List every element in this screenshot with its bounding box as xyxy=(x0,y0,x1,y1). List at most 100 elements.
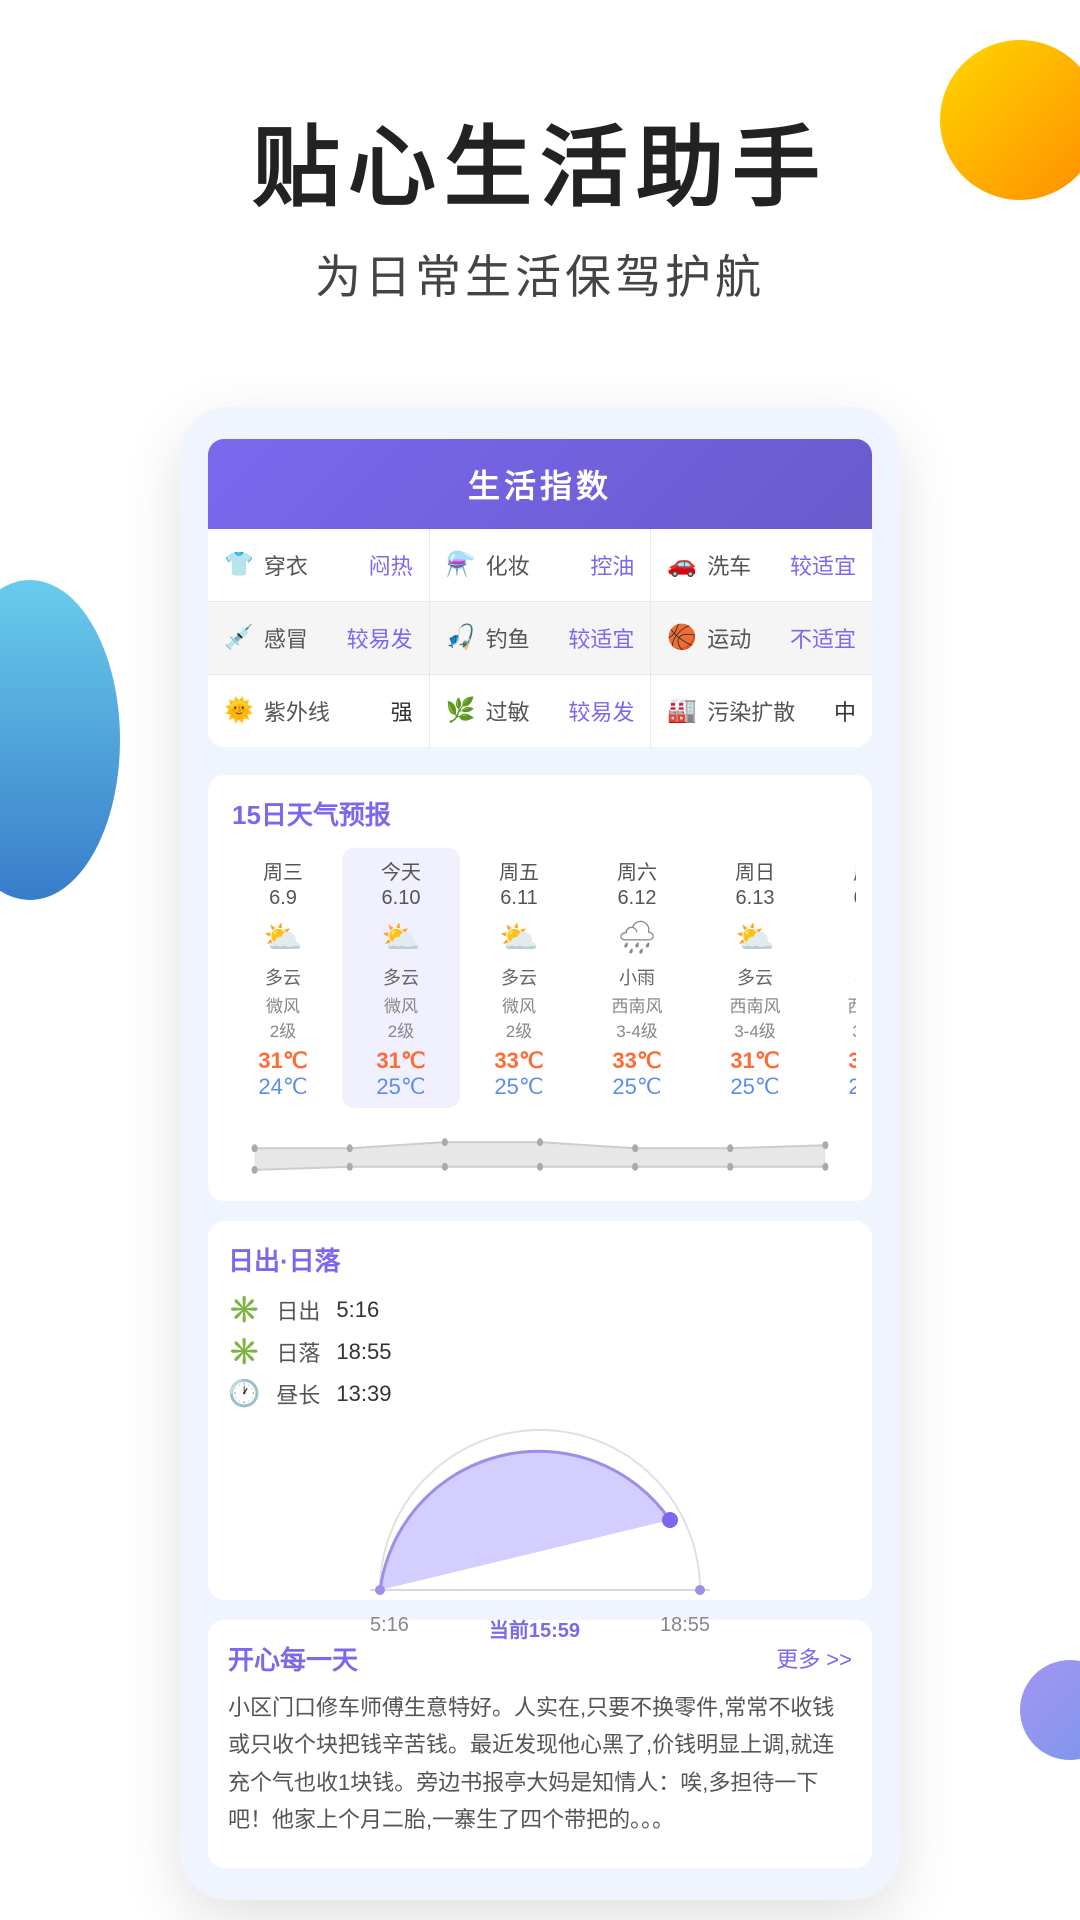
sport-value: 不适宜 xyxy=(790,622,856,654)
wind-level-1: 2级 xyxy=(388,1017,414,1042)
life-cell-clothing: 👕 穿衣 闷热 xyxy=(208,529,430,601)
forecast-title: 15日天气预报 xyxy=(224,795,856,832)
carwash-icon: 🚗 xyxy=(667,550,697,579)
weather-2: 多云 xyxy=(501,964,537,990)
low-temp-4: 25℃ xyxy=(730,1074,779,1100)
high-temp-2: 33℃ xyxy=(494,1048,543,1074)
life-cell-makeup: ⚗️ 化妆 控油 xyxy=(430,529,652,601)
weekday-0: 周三 xyxy=(263,856,303,885)
sun-diagram: 5:16 当前15:59 18:55 xyxy=(228,1420,852,1600)
cold-icon: 💉 xyxy=(224,623,254,652)
wind-0: 微风 xyxy=(266,992,300,1017)
wind-level-2: 2级 xyxy=(506,1017,532,1042)
happy-header: 开心每一天 更多 >> xyxy=(228,1640,852,1677)
high-temp-5: 31℃ xyxy=(848,1048,856,1074)
life-cell-allergy: 🌿 过敏 较易发 xyxy=(430,675,652,747)
weekday-2: 周五 xyxy=(499,856,539,885)
weather-icon-3: 🌧 xyxy=(617,918,658,956)
hero-section: 贴心生活助手 为日常生活保驾护航 xyxy=(0,0,1080,367)
cold-value: 较易发 xyxy=(347,622,413,654)
wind-level-5: 3-4级 xyxy=(852,1017,856,1042)
temperature-chart xyxy=(224,1116,856,1196)
decorative-blue-left xyxy=(0,580,120,900)
sunset-value: 18:55 xyxy=(336,1339,391,1365)
wind-4: 西南风 xyxy=(730,992,781,1017)
sunset-label: 日落 xyxy=(276,1336,320,1368)
life-cell-fishing: 🎣 钓鱼 较适宜 xyxy=(430,602,652,674)
forecast-day-2: 周五 6.11 ⛅ 多云 微风 2级 33℃ 25℃ xyxy=(460,848,578,1108)
forecast-scroll[interactable]: 周三 6.9 ⛅ 多云 微风 2级 31℃ 24℃ 今天 6.10 ⛅ 多云 微… xyxy=(224,848,856,1108)
wind-level-3: 3-4级 xyxy=(616,1017,658,1042)
weather-icon-0: ⛅ xyxy=(263,918,303,956)
carwash-label: 洗车 xyxy=(707,549,751,581)
weather-5: 小雨 xyxy=(855,964,856,990)
fishing-value: 较适宜 xyxy=(568,622,634,654)
weekday-1: 今天 xyxy=(381,856,421,885)
sport-label: 运动 xyxy=(707,622,751,654)
sunrise-row: ✳️ 日出 5:16 xyxy=(228,1294,852,1326)
high-temp-4: 31℃ xyxy=(730,1048,779,1074)
wind-1: 微风 xyxy=(384,992,418,1017)
low-temp-5: 25℃ xyxy=(848,1074,856,1100)
date-1: 6.10 xyxy=(382,887,421,910)
allergy-value: 较易发 xyxy=(568,695,634,727)
weather-0: 多云 xyxy=(265,964,301,990)
makeup-value: 控油 xyxy=(590,549,634,581)
sunrise-section: 日出·日落 ✳️ 日出 5:16 ✳️ 日落 18:55 🕐 昼长 13:39 xyxy=(208,1221,872,1600)
happy-section: 开心每一天 更多 >> 小区门口修车师傅生意特好。人实在,只要不换零件,常常不收… xyxy=(208,1620,872,1869)
clothing-icon: 👕 xyxy=(224,550,254,579)
sunrise-value: 5:16 xyxy=(336,1297,379,1323)
low-temp-3: 25℃ xyxy=(612,1074,661,1100)
arc-label-center: 当前15:59 xyxy=(489,1614,580,1643)
sun-arc-container: 5:16 当前15:59 18:55 xyxy=(360,1420,720,1600)
makeup-label: 化妆 xyxy=(486,549,530,581)
forecast-section: 15日天气预报 周三 6.9 ⛅ 多云 微风 2级 31℃ 24℃ 今天 6.1… xyxy=(208,775,872,1201)
date-4: 6.13 xyxy=(736,887,775,910)
duration-value: 13:39 xyxy=(336,1381,391,1407)
phone-mockup: 生活指数 👕 穿衣 闷热 ⚗️ 化妆 控油 🚗 洗车 较适宜 xyxy=(180,407,900,1901)
high-temp-0: 31℃ xyxy=(258,1048,307,1074)
wind-3: 西南风 xyxy=(612,992,663,1017)
weather-4: 多云 xyxy=(737,964,773,990)
allergy-icon: 🌿 xyxy=(446,696,476,725)
sun-arc-labels: 5:16 当前15:59 18:55 xyxy=(360,1614,720,1643)
allergy-label: 过敏 xyxy=(486,695,530,727)
wind-5: 西南风 xyxy=(848,992,857,1017)
happy-text: 小区门口修车师傅生意特好。人实在,只要不换零件,常常不收钱或只收个块把钱辛苦钱。… xyxy=(228,1689,852,1849)
date-2: 6.11 xyxy=(500,887,537,910)
life-row-2: 💉 感冒 较易发 🎣 钓鱼 较适宜 🏀 运动 不适宜 xyxy=(208,602,872,675)
high-temp-1: 31℃ xyxy=(376,1048,425,1074)
duration-icon: 🕐 xyxy=(228,1378,260,1409)
life-row-1: 👕 穿衣 闷热 ⚗️ 化妆 控油 🚗 洗车 较适宜 xyxy=(208,529,872,602)
weather-3: 小雨 xyxy=(619,964,655,990)
cold-label: 感冒 xyxy=(264,622,308,654)
life-cell-cold: 💉 感冒 较易发 xyxy=(208,602,430,674)
life-cell-carwash: 🚗 洗车 较适宜 xyxy=(651,529,872,601)
happy-more[interactable]: 更多 >> xyxy=(776,1642,852,1674)
sport-icon: 🏀 xyxy=(667,623,697,652)
pollution-label: 污染扩散 xyxy=(707,695,795,727)
hero-title: 贴心生活助手 xyxy=(60,120,1020,217)
sunset-icon: ✳️ xyxy=(228,1336,260,1367)
sunset-row: ✳️ 日落 18:55 xyxy=(228,1336,852,1368)
weekday-5: 周一 xyxy=(853,856,856,885)
sunrise-icon: ✳️ xyxy=(228,1294,260,1325)
life-cell-pollution: 🏭 污染扩散 中 xyxy=(651,675,872,747)
wind-level-4: 3-4级 xyxy=(734,1017,776,1042)
date-5: 6.14 xyxy=(854,887,856,910)
weather-icon-5: 🌧 xyxy=(853,918,856,956)
duration-label: 昼长 xyxy=(276,1378,320,1410)
carwash-value: 较适宜 xyxy=(790,549,856,581)
low-temp-2: 25℃ xyxy=(494,1074,543,1100)
hero-subtitle: 为日常生活保驾护航 xyxy=(60,241,1020,307)
arc-label-left: 5:16 xyxy=(370,1614,409,1643)
forecast-day-4: 周日 6.13 ⛅ 多云 西南风 3-4级 31℃ 25℃ xyxy=(696,848,814,1108)
weather-icon-2: ⛅ xyxy=(499,918,539,956)
sun-arc-svg xyxy=(360,1420,720,1605)
makeup-icon: ⚗️ xyxy=(446,550,476,579)
weather-icon-4: ⛅ xyxy=(735,918,775,956)
wind-level-0: 2级 xyxy=(270,1017,296,1042)
uv-value: 强 xyxy=(391,695,413,727)
sunrise-section-title: 日出·日落 xyxy=(228,1241,852,1278)
fishing-icon: 🎣 xyxy=(446,623,476,652)
